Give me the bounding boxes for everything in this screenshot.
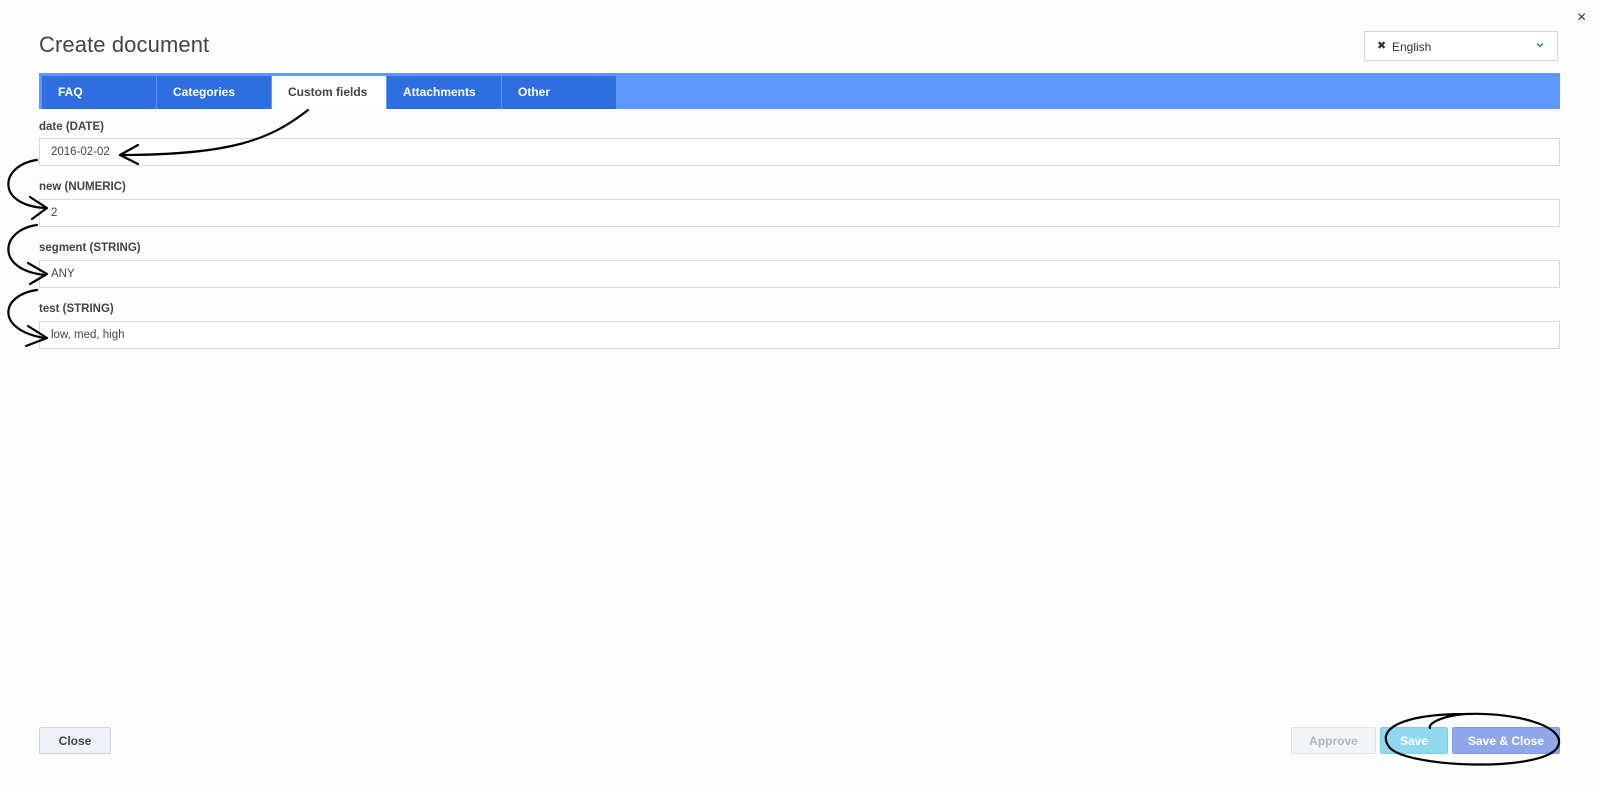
- date-field[interactable]: [39, 138, 1560, 166]
- tab-attachments[interactable]: Attachments: [387, 76, 501, 109]
- remove-language-icon[interactable]: ✖: [1377, 39, 1386, 52]
- segment-field-label: segment (STRING): [39, 242, 141, 254]
- tab-categories[interactable]: Categories: [157, 76, 271, 109]
- tab-other[interactable]: Other: [502, 76, 616, 109]
- tab-bar: FAQ Categories Custom fields Attachments…: [39, 73, 1560, 109]
- save-button[interactable]: Save: [1380, 727, 1448, 754]
- chevron-down-icon: [1536, 43, 1544, 48]
- language-select-value: English: [1392, 40, 1432, 54]
- test-field[interactable]: [39, 321, 1560, 349]
- test-field-label: test (STRING): [39, 303, 114, 315]
- close-button[interactable]: Close: [39, 727, 111, 754]
- segment-field[interactable]: [39, 260, 1560, 288]
- close-dialog-icon[interactable]: ×: [1577, 10, 1586, 26]
- new-field-label: new (NUMERIC): [39, 181, 126, 193]
- date-field-label: date (DATE): [39, 121, 104, 133]
- annotation-overlay: [7, 108, 1561, 766]
- tab-custom-fields[interactable]: Custom fields: [272, 76, 386, 109]
- language-select[interactable]: ✖ English: [1364, 31, 1558, 61]
- tab-faq[interactable]: FAQ: [42, 76, 156, 109]
- approve-button[interactable]: Approve: [1291, 727, 1376, 754]
- dialog-title: Create document: [39, 32, 210, 57]
- save-and-close-button[interactable]: Save & Close: [1452, 727, 1560, 754]
- create-document-dialog: Create document × ✖ English FAQ Categori…: [0, 0, 1599, 786]
- new-field[interactable]: [39, 199, 1560, 227]
